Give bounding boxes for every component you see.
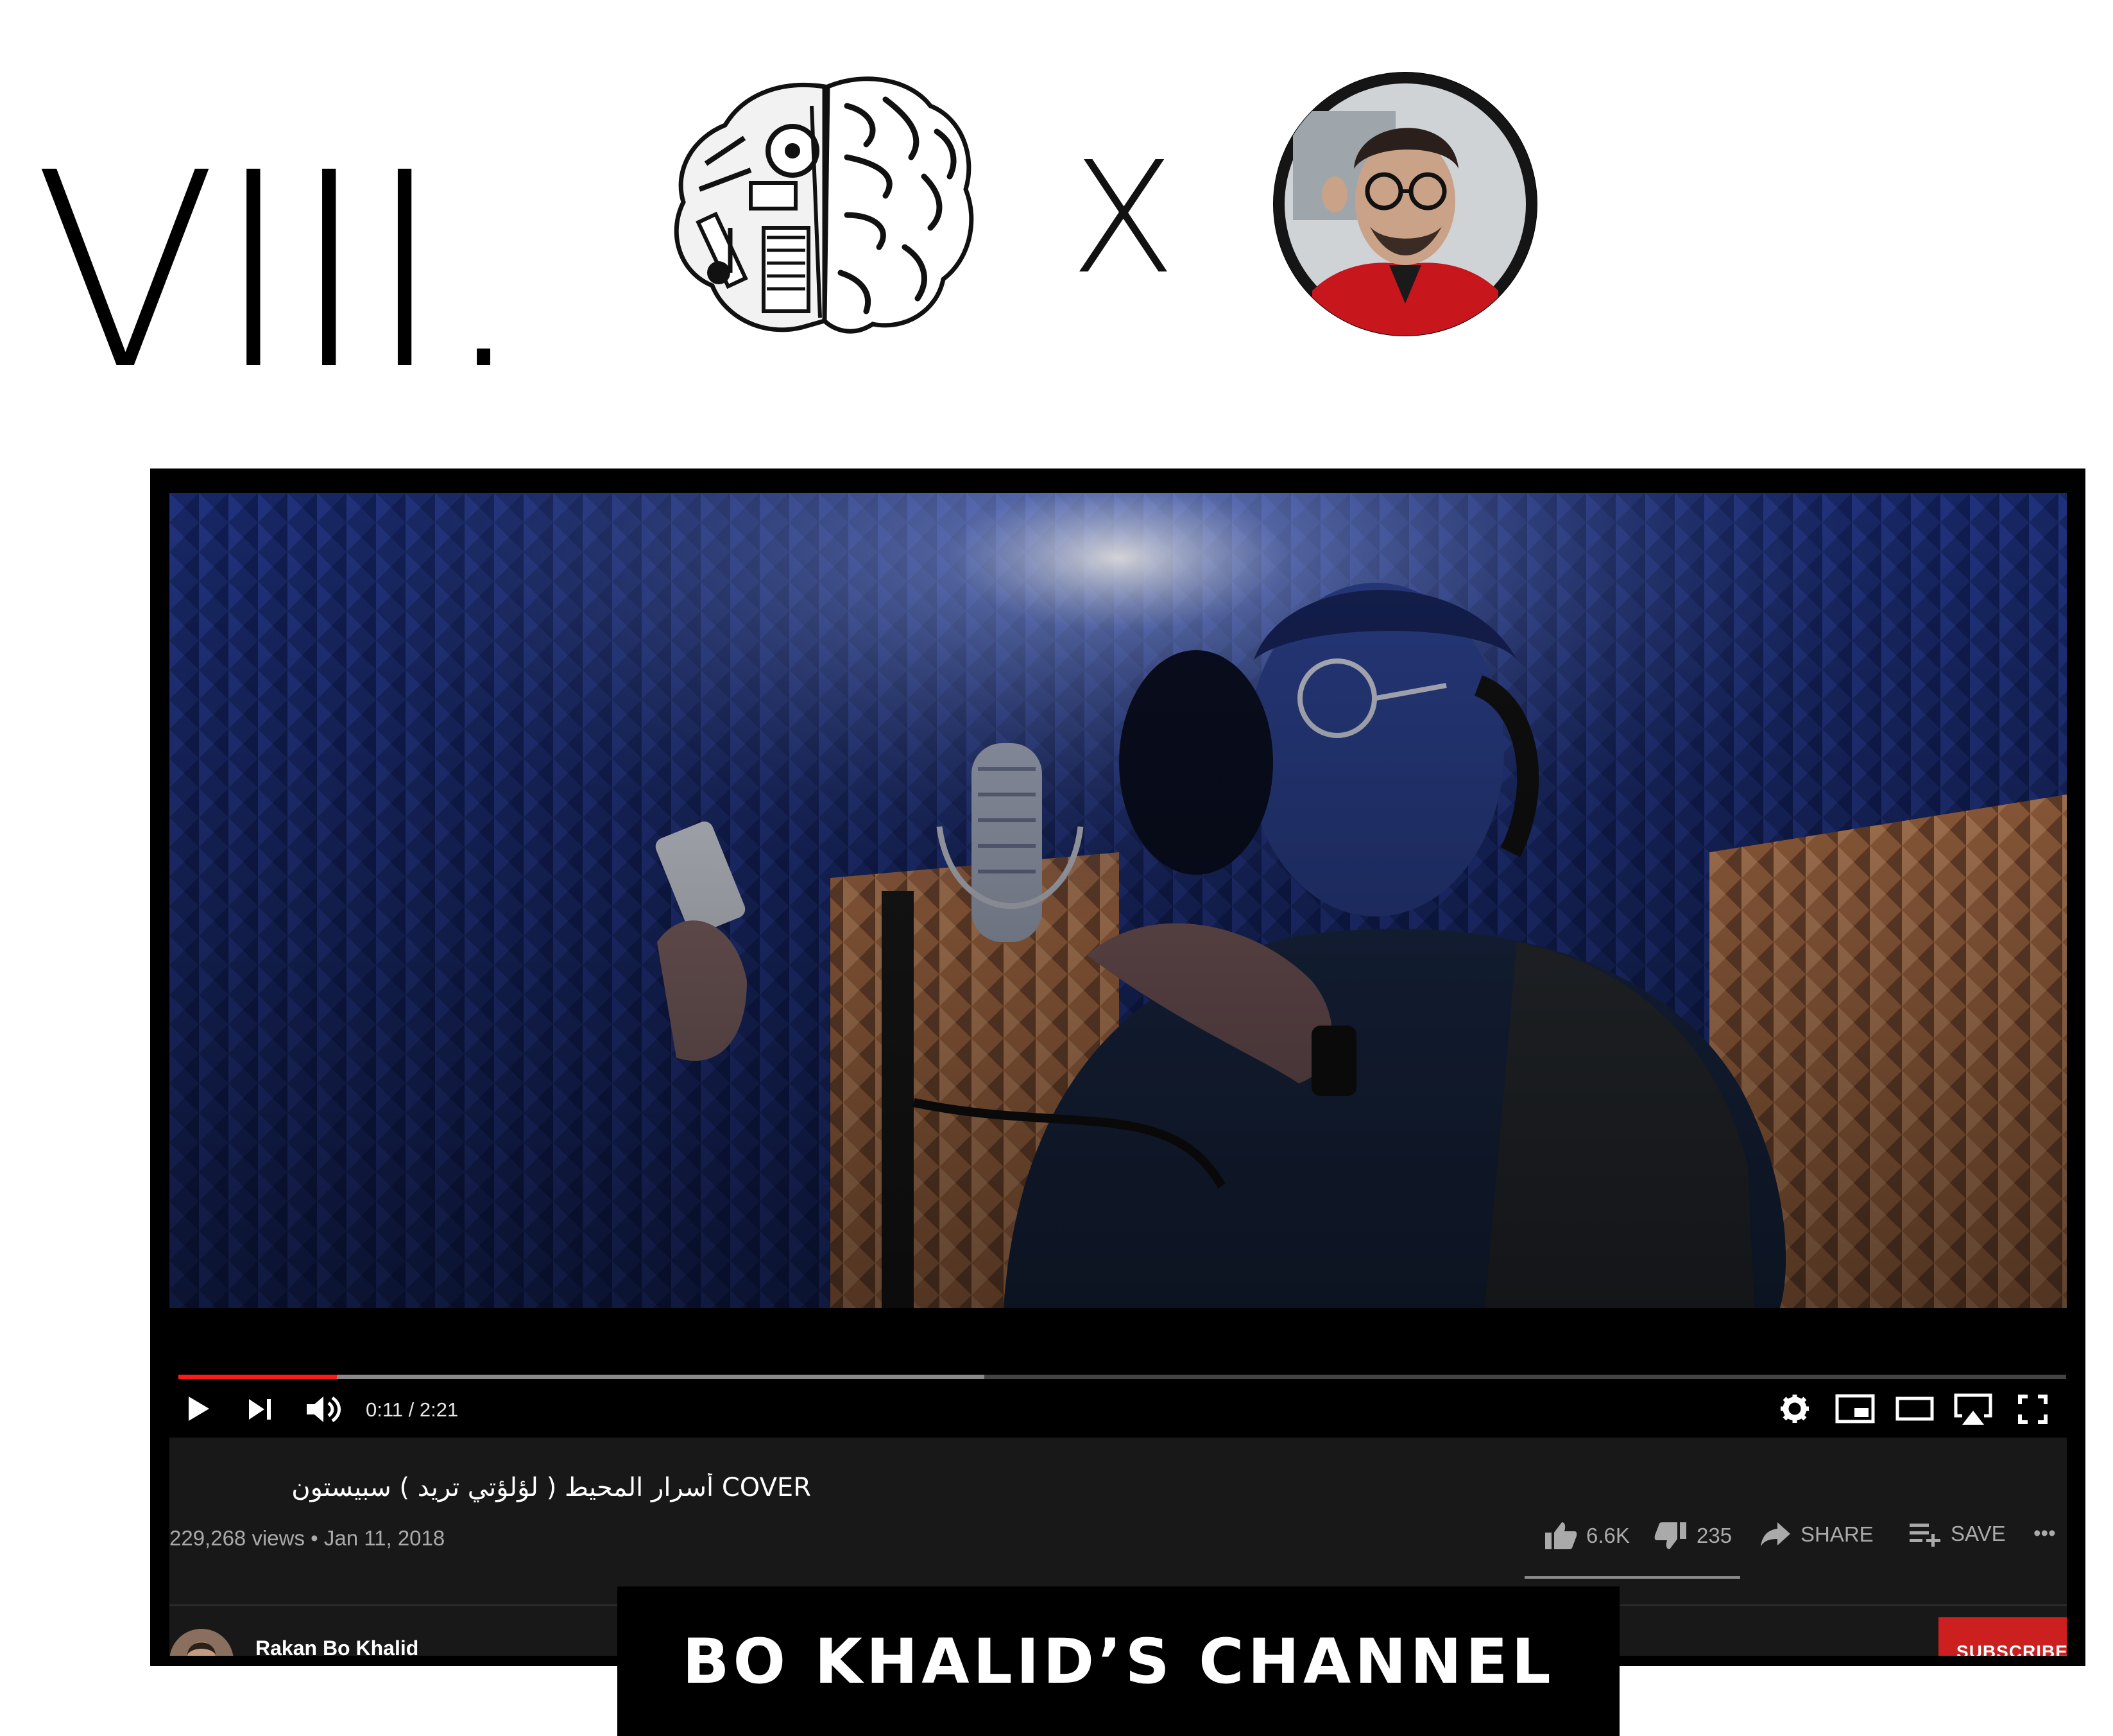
collaboration-x: X [1070, 128, 1176, 308]
more-icon: ••• [2033, 1521, 2056, 1545]
video-title: COVER أسرار المحيط ( لؤلؤتي تريد ) سبيست… [291, 1473, 811, 1502]
progress-played [178, 1375, 338, 1379]
dislike-count: 235 [1697, 1524, 1732, 1547]
channel-avatar[interactable] [169, 1629, 234, 1656]
volume-icon[interactable] [304, 1393, 343, 1426]
like-ratio-bar [1525, 1576, 1740, 1579]
channel-name[interactable]: Rakan Bo Khalid [255, 1637, 418, 1656]
share-button[interactable]: SHARE [1759, 1521, 1874, 1548]
fullscreen-icon[interactable] [2017, 1394, 2048, 1425]
subscribe-button[interactable]: SUBSCRIBE [1938, 1617, 2067, 1656]
time-readout: 0:11 / 2:21 [366, 1398, 459, 1421]
airplay-icon[interactable] [1953, 1393, 1993, 1427]
like-count: 6.6K [1586, 1524, 1630, 1547]
progress-bar[interactable] [178, 1375, 2066, 1379]
creator-avatar [1274, 73, 1537, 336]
dislike-button[interactable]: 235 [1654, 1521, 1732, 1551]
playlist-add-icon [1910, 1524, 1940, 1547]
caption-text: BO KHALID’S CHANNEL [682, 1625, 1555, 1697]
video-frame[interactable] [169, 493, 2067, 1308]
save-button[interactable]: SAVE [1908, 1521, 2006, 1547]
miniplayer-icon[interactable] [1835, 1394, 1875, 1423]
more-actions-button[interactable]: ••• [2033, 1521, 2056, 1545]
save-label: SAVE [1951, 1522, 2006, 1545]
view-count-date: 229,268 views • Jan 11, 2018 [169, 1526, 445, 1550]
gear-icon[interactable] [1779, 1393, 1811, 1425]
play-icon[interactable] [182, 1393, 214, 1425]
share-icon [1761, 1522, 1790, 1547]
video-player: 0:11 / 2:21 COVER أسرار المحيط ( لؤلؤتي … [150, 468, 2085, 1666]
thumbs-up-icon [1545, 1522, 1577, 1549]
theater-mode-icon[interactable] [1895, 1397, 1934, 1421]
section-numeral: VIII. [33, 116, 526, 429]
caption-banner: BO KHALID’S CHANNEL [617, 1586, 1620, 1736]
brain-music-logo [674, 76, 974, 334]
share-label: SHARE [1801, 1522, 1874, 1546]
like-button[interactable]: 6.6K [1544, 1521, 1630, 1551]
next-icon[interactable] [246, 1397, 275, 1422]
thumbs-down-icon [1654, 1522, 1686, 1549]
